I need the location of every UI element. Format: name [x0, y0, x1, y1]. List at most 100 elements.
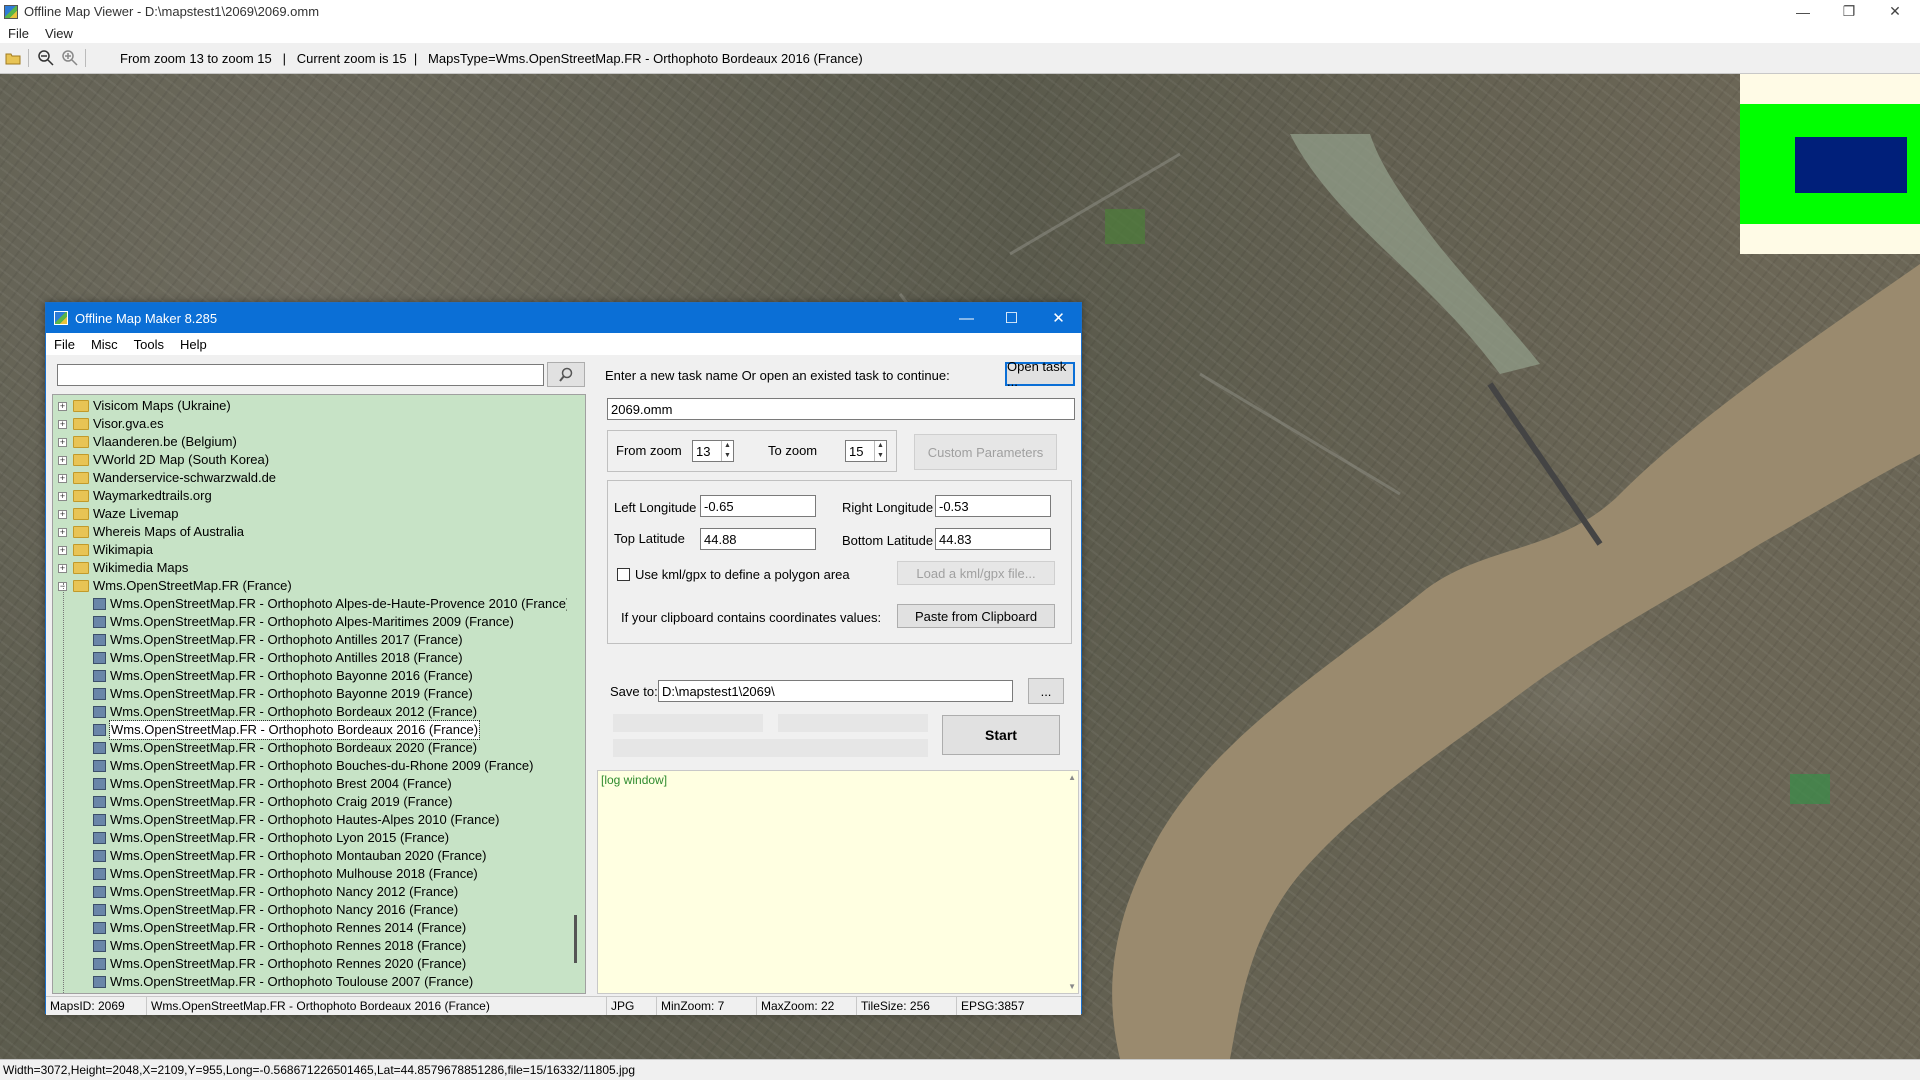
tree-map-item[interactable]: Wms.OpenStreetMap.FR - Orthophoto Craig … — [53, 793, 585, 811]
tree-folder[interactable]: + Wikimapia — [53, 541, 585, 559]
task-name-input[interactable]: 2069.omm — [607, 398, 1075, 420]
tree-map-item[interactable]: Wms.OpenStreetMap.FR - Orthophoto Bayonn… — [53, 667, 585, 685]
dialog-minimize-icon[interactable]: — — [944, 303, 989, 333]
tree-map-item[interactable]: Wms.OpenStreetMap.FR - Orthophoto Rennes… — [53, 919, 585, 937]
tree-map-item[interactable]: Wms.OpenStreetMap.FR - Orthophoto Montau… — [53, 847, 585, 865]
left-longitude-input[interactable]: -0.65 — [700, 495, 816, 517]
tree-map-item[interactable]: Wms.OpenStreetMap.FR - Orthophoto Rennes… — [53, 955, 585, 973]
tree-folder[interactable]: + Whereis Maps of Australia — [53, 523, 585, 541]
folder-icon — [73, 418, 89, 430]
to-zoom-input[interactable]: 15 ▲ ▼ — [845, 440, 887, 462]
tree-item-label: Wms.OpenStreetMap.FR - Orthophoto Rennes… — [110, 920, 467, 935]
expand-icon[interactable]: + — [58, 402, 67, 411]
open-task-button[interactable]: Open task ... — [1005, 359, 1075, 389]
tree-map-item[interactable]: Wms.OpenStreetMap.FR - Orthophoto Bayonn… — [53, 685, 585, 703]
tree-item-label: Wms.OpenStreetMap.FR - Orthophoto Rennes… — [110, 938, 467, 953]
tree-map-item[interactable]: Wms.OpenStreetMap.FR - Orthophoto Bordea… — [53, 739, 585, 757]
tree-map-item[interactable]: Wms.OpenStreetMap.FR - Orthophoto Rennes… — [53, 937, 585, 955]
tree-folder[interactable]: + Wikimedia Maps — [53, 559, 585, 577]
tree-folder[interactable]: + Visicom Maps (Ukraine) — [53, 397, 585, 415]
tree-map-item[interactable]: Wms.OpenStreetMap.FR - Orthophoto Mulhou… — [53, 865, 585, 883]
tree-item-label: Wikimedia Maps — [93, 560, 189, 575]
to-zoom-spinner[interactable]: ▲ ▼ — [874, 441, 886, 461]
map-layer-icon — [93, 724, 106, 736]
expand-icon[interactable]: + — [58, 564, 67, 573]
minimap-viewport[interactable] — [1795, 137, 1907, 193]
log-scroll-down-icon[interactable]: ▼ — [1068, 982, 1076, 991]
browse-button[interactable]: ... — [1028, 678, 1064, 704]
minimize-icon[interactable]: — — [1780, 0, 1826, 23]
from-zoom-input[interactable]: 13 ▲ ▼ — [692, 440, 734, 462]
expand-icon[interactable]: + — [58, 546, 67, 555]
tree-folder[interactable]: + Wanderservice-schwarzwald.de — [53, 469, 585, 487]
from-zoom-spinner[interactable]: ▲ ▼ — [721, 441, 733, 461]
log-window[interactable]: [log window] ▲ ▼ — [597, 770, 1079, 994]
restore-icon[interactable]: ❐ — [1826, 0, 1872, 23]
tree-map-item[interactable]: Wms.OpenStreetMap.FR - Orthophoto Bordea… — [53, 720, 585, 740]
viewer-status-bar: Width=3072,Height=2048,X=2109,Y=955,Long… — [0, 1059, 1920, 1080]
search-button[interactable] — [547, 362, 585, 387]
tree-map-item[interactable]: Wms.OpenStreetMap.FR - Orthophoto Alpes-… — [53, 613, 585, 631]
tree-folder[interactable]: + VWorld 2D Map (South Korea) — [53, 451, 585, 469]
folder-icon — [73, 436, 89, 448]
app-icon — [4, 4, 18, 19]
dialog-menu-help[interactable]: Help — [172, 337, 215, 352]
tree-item-label: VWorld 2D Map (South Korea) — [93, 452, 270, 467]
zoom-in-icon[interactable] — [59, 47, 81, 69]
tree-map-item[interactable]: Wms.OpenStreetMap.FR - Orthophoto Bordea… — [53, 703, 585, 721]
top-latitude-input[interactable]: 44.88 — [700, 528, 816, 550]
right-longitude-input[interactable]: -0.53 — [935, 495, 1051, 517]
tree-item-label: Wms.OpenStreetMap.FR - Orthophoto Alpes-… — [110, 596, 571, 611]
expand-icon[interactable]: + — [58, 510, 67, 519]
tree-item-label: Wms.OpenStreetMap.FR - Orthophoto Nancy … — [110, 902, 459, 917]
progress-bar-total — [613, 739, 928, 757]
open-folder-icon[interactable] — [2, 47, 24, 69]
dialog-menu-file[interactable]: File — [46, 337, 83, 352]
zoom-out-icon[interactable] — [35, 47, 57, 69]
tree-map-item[interactable]: Wms.OpenStreetMap.FR - Orthophoto Hautes… — [53, 811, 585, 829]
dialog-menu-misc[interactable]: Misc — [83, 337, 126, 352]
expand-icon[interactable]: + — [58, 474, 67, 483]
bottom-latitude-input[interactable]: 44.83 — [935, 528, 1051, 550]
custom-parameters-button[interactable]: Custom Parameters — [914, 434, 1057, 470]
tree-folder[interactable]: − Wms.OpenStreetMap.FR (France) — [53, 577, 585, 595]
expand-icon[interactable]: + — [58, 528, 67, 537]
tree-map-item[interactable]: Wms.OpenStreetMap.FR - Orthophoto Nancy … — [53, 901, 585, 919]
save-to-input[interactable]: D:\mapstest1\2069\ — [658, 680, 1013, 702]
dialog-maximize-icon[interactable]: ☐ — [989, 303, 1034, 333]
tree-scrollbar[interactable] — [567, 395, 584, 993]
menu-view[interactable]: View — [37, 26, 81, 41]
kml-checkbox[interactable] — [617, 568, 630, 581]
close-icon[interactable]: ✕ — [1872, 0, 1918, 23]
expand-icon[interactable]: + — [58, 456, 67, 465]
menu-file[interactable]: File — [0, 26, 37, 41]
load-kml-button[interactable]: Load a kml/gpx file... — [897, 561, 1055, 585]
tree-map-item[interactable]: Wms.OpenStreetMap.FR - Orthophoto Toulou… — [53, 973, 585, 991]
tree-folder[interactable]: + Visor.gva.es — [53, 415, 585, 433]
status-tile-size: TileSize: 256 — [857, 997, 957, 1015]
expand-icon[interactable]: + — [58, 492, 67, 501]
dialog-close-icon[interactable]: ✕ — [1036, 303, 1081, 333]
maps-tree[interactable]: + Visicom Maps (Ukraine) + Visor.gva.es + Vla… — [52, 394, 586, 994]
tree-map-item[interactable]: Wms.OpenStreetMap.FR - Orthophoto Bouche… — [53, 757, 585, 775]
tree-folder[interactable]: + Waze Livemap — [53, 505, 585, 523]
log-scroll-up-icon[interactable]: ▲ — [1068, 773, 1076, 782]
maps-search-input[interactable] — [57, 364, 544, 386]
tree-map-item[interactable]: Wms.OpenStreetMap.FR - Orthophoto Lyon 2… — [53, 829, 585, 847]
overview-minimap[interactable] — [1740, 74, 1920, 254]
to-zoom-value: 15 — [849, 444, 864, 459]
tree-folder[interactable]: + Waymarkedtrails.org — [53, 487, 585, 505]
dialog-menu-tools[interactable]: Tools — [126, 337, 172, 352]
tree-folder[interactable]: + Vlaanderen.be (Belgium) — [53, 433, 585, 451]
tree-map-item[interactable]: Wms.OpenStreetMap.FR - Orthophoto Antill… — [53, 631, 585, 649]
tree-map-item[interactable]: Wms.OpenStreetMap.FR - Orthophoto Antill… — [53, 649, 585, 667]
expand-icon[interactable]: + — [58, 438, 67, 447]
tree-map-item[interactable]: Wms.OpenStreetMap.FR - Orthophoto Nancy … — [53, 883, 585, 901]
tree-scroll-thumb[interactable] — [574, 915, 577, 963]
start-button[interactable]: Start — [942, 715, 1060, 755]
tree-map-item[interactable]: Wms.OpenStreetMap.FR - Orthophoto Brest … — [53, 775, 585, 793]
tree-item-label: Wms.OpenStreetMap.FR - Orthophoto Hautes… — [110, 812, 500, 827]
paste-clipboard-button[interactable]: Paste from Clipboard — [897, 604, 1055, 628]
tree-map-item[interactable]: Wms.OpenStreetMap.FR - Orthophoto Alpes-… — [53, 595, 585, 613]
expand-icon[interactable]: + — [58, 420, 67, 429]
